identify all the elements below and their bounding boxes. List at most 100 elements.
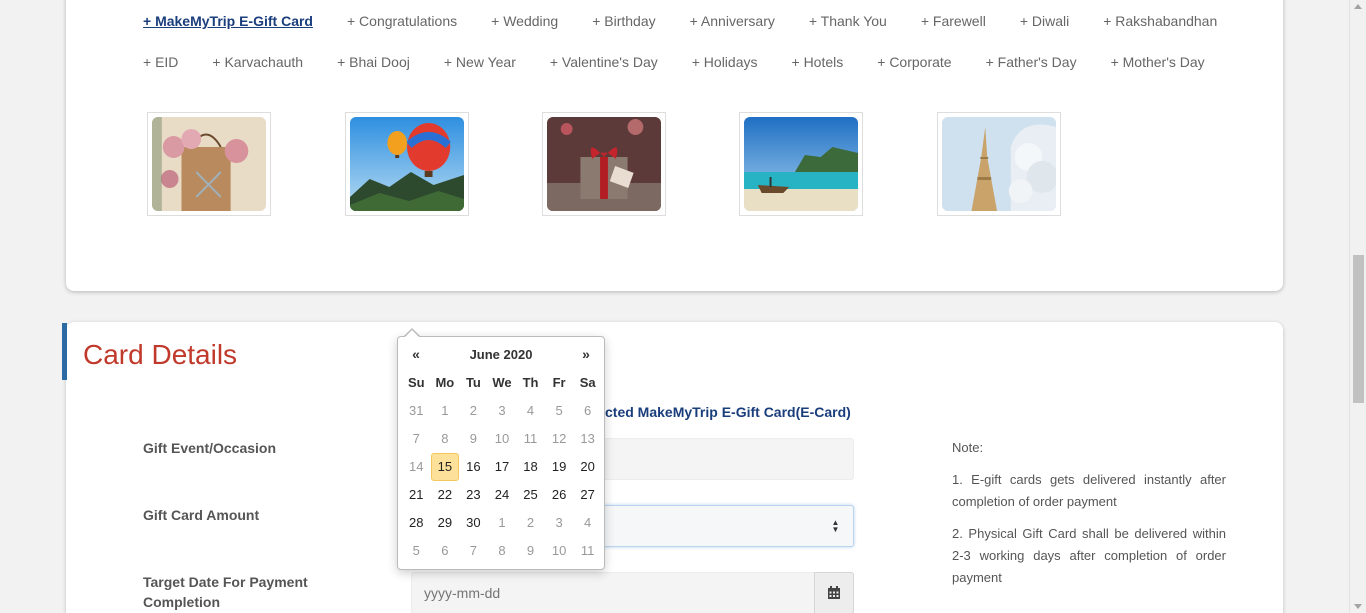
datepicker-day[interactable]: 1 [488, 509, 517, 537]
occasion-link[interactable]: + Birthday [592, 13, 655, 29]
datepicker-dow: We [492, 375, 512, 390]
datepicker-day[interactable]: 3 [488, 397, 517, 425]
datepicker-week-row: 28 29 30 1 2 3 4 [402, 509, 602, 537]
datepicker-dow: Sa [579, 375, 596, 390]
occasion-link[interactable]: + Diwali [1020, 13, 1069, 29]
datepicker-day[interactable]: 13 [573, 425, 602, 453]
datepicker-day[interactable]: 22 [431, 481, 460, 509]
occasion-link[interactable]: + Corporate [877, 54, 951, 70]
datepicker-day[interactable]: 2 [459, 397, 488, 425]
thumbnail-eiffel-tower-winter[interactable] [937, 112, 1061, 216]
occasion-link[interactable]: + Thank You [809, 13, 887, 29]
datepicker-header: « June 2020 » [402, 345, 600, 365]
datepicker-dow: Th [522, 375, 539, 390]
datepicker-day-today[interactable]: 15 [430, 453, 460, 481]
datepicker-day[interactable]: 26 [545, 481, 574, 509]
scroll-down-arrow-icon[interactable] [1354, 604, 1362, 609]
occasion-link[interactable]: + Holidays [692, 54, 758, 70]
datepicker-dow-row: Su Mo Tu We Th Fr Sa [402, 369, 602, 397]
datepicker-day[interactable]: 7 [402, 425, 431, 453]
datepicker-day[interactable]: 4 [573, 509, 602, 537]
datepicker-day[interactable]: 10 [488, 425, 517, 453]
datepicker-day[interactable]: 3 [545, 509, 574, 537]
datepicker-day[interactable]: 11 [516, 425, 545, 453]
calendar-button[interactable] [814, 572, 854, 613]
datepicker-day[interactable]: 29 [431, 509, 460, 537]
occasion-link[interactable]: + Hotels [792, 54, 844, 70]
occasion-link[interactable]: + Bhai Dooj [337, 54, 410, 70]
datepicker-caret-inner [405, 330, 419, 337]
calendar-icon [828, 586, 840, 599]
datepicker-day[interactable]: 25 [516, 481, 545, 509]
card-type-text: cted MakeMyTrip E-Gift Card(E-Card) [605, 404, 851, 420]
occasion-link[interactable]: + Valentine's Day [550, 54, 658, 70]
label-gift-event: Gift Event/Occasion [143, 440, 277, 456]
next-month-button[interactable]: » [574, 346, 598, 362]
occasion-link[interactable]: + Congratulations [347, 13, 457, 29]
datepicker-day[interactable]: 12 [545, 425, 574, 453]
occasion-row-2: + EID + Karvachauth + Bhai Dooj + New Year +… [143, 54, 1205, 70]
occasion-link[interactable]: + MakeMyTrip E-Gift Card [143, 13, 313, 29]
datepicker-day[interactable]: 27 [573, 481, 602, 509]
label-target-date: Target Date For Payment Completion [143, 574, 308, 610]
datepicker-day[interactable]: 9 [516, 537, 545, 565]
datepicker-day[interactable]: 19 [545, 453, 574, 481]
occasion-row-1: + MakeMyTrip E-Gift Card + Congratulation… [143, 13, 1217, 29]
datepicker-day[interactable]: 18 [516, 453, 545, 481]
occasion-link[interactable]: + Rakshabandhan [1103, 13, 1217, 29]
datepicker-day[interactable]: 8 [488, 537, 517, 565]
datepicker-day[interactable]: 20 [573, 453, 602, 481]
datepicker-week-row: 31 1 2 3 4 5 6 [402, 397, 602, 425]
thumbnail-roses-gift-bag[interactable] [147, 112, 271, 216]
section-title: Card Details [83, 339, 238, 370]
datepicker-day[interactable]: 1 [431, 397, 460, 425]
datepicker-day[interactable]: 4 [516, 397, 545, 425]
note-item-2: 2. Physical Gift Card shall be delivered… [952, 526, 1226, 585]
datepicker-day[interactable]: 5 [402, 537, 431, 565]
datepicker-day[interactable]: 16 [459, 453, 488, 481]
datepicker-week-row: 7 8 9 10 11 12 13 [402, 425, 602, 453]
datepicker-day[interactable]: 24 [488, 481, 517, 509]
datepicker-week-row: 14 15 16 17 18 19 20 [402, 453, 602, 481]
occasion-link[interactable]: + Anniversary [690, 13, 775, 29]
datepicker-day[interactable]: 2 [516, 509, 545, 537]
datepicker-day[interactable]: 23 [459, 481, 488, 509]
datepicker-day[interactable]: 11 [573, 537, 602, 565]
datepicker-day[interactable]: 10 [545, 537, 574, 565]
select-arrows-icon: ▲ ▼ [831, 518, 840, 534]
target-date-field[interactable] [411, 572, 854, 613]
occasion-link[interactable]: + Father's Day [986, 54, 1077, 70]
datepicker-dow: Tu [465, 375, 481, 390]
occasion-link[interactable]: + Mother's Day [1111, 54, 1205, 70]
datepicker-day[interactable]: 9 [459, 425, 488, 453]
occasion-link[interactable]: + EID [143, 54, 178, 70]
datepicker-day[interactable]: 17 [488, 453, 517, 481]
datepicker-dow: Fr [552, 375, 566, 390]
scroll-up-arrow-icon[interactable] [1354, 4, 1362, 9]
datepicker-day[interactable]: 7 [459, 537, 488, 565]
datepicker-day[interactable]: 28 [402, 509, 431, 537]
note-item-1: 1. E-gift cards gets delivered instantly… [952, 472, 1226, 509]
occasion-link[interactable]: + Karvachauth [212, 54, 303, 70]
datepicker-day[interactable]: 5 [545, 397, 574, 425]
datepicker-day[interactable]: 31 [402, 397, 431, 425]
datepicker-day[interactable]: 21 [402, 481, 431, 509]
thumbnail-tropical-beach-boat[interactable] [739, 112, 863, 216]
occasion-link[interactable]: + Wedding [491, 13, 558, 29]
datepicker-day[interactable]: 8 [431, 425, 460, 453]
thumbnail-hot-air-balloons[interactable] [345, 112, 469, 216]
scrollbar-thumb[interactable] [1353, 255, 1364, 403]
target-date-input[interactable] [424, 585, 804, 601]
datepicker-day[interactable]: 30 [459, 509, 488, 537]
thumbnail-red-ribbon-gift[interactable] [542, 112, 666, 216]
datepicker-dow: Mo [435, 375, 455, 390]
datepicker-month-title[interactable]: June 2020 [402, 347, 600, 362]
datepicker-popup: « June 2020 » Su Mo Tu We Th Fr Sa 31 1 2 3 4 5 6 7 8 9 1… [397, 336, 605, 570]
datepicker-day[interactable]: 6 [431, 537, 460, 565]
page-scrollbar[interactable] [1349, 0, 1366, 613]
datepicker-day[interactable]: 14 [402, 453, 431, 481]
datepicker-day[interactable]: 6 [573, 397, 602, 425]
occasion-link[interactable]: + New Year [444, 54, 516, 70]
note-heading: Note: [952, 440, 984, 455]
occasion-link[interactable]: + Farewell [921, 13, 986, 29]
